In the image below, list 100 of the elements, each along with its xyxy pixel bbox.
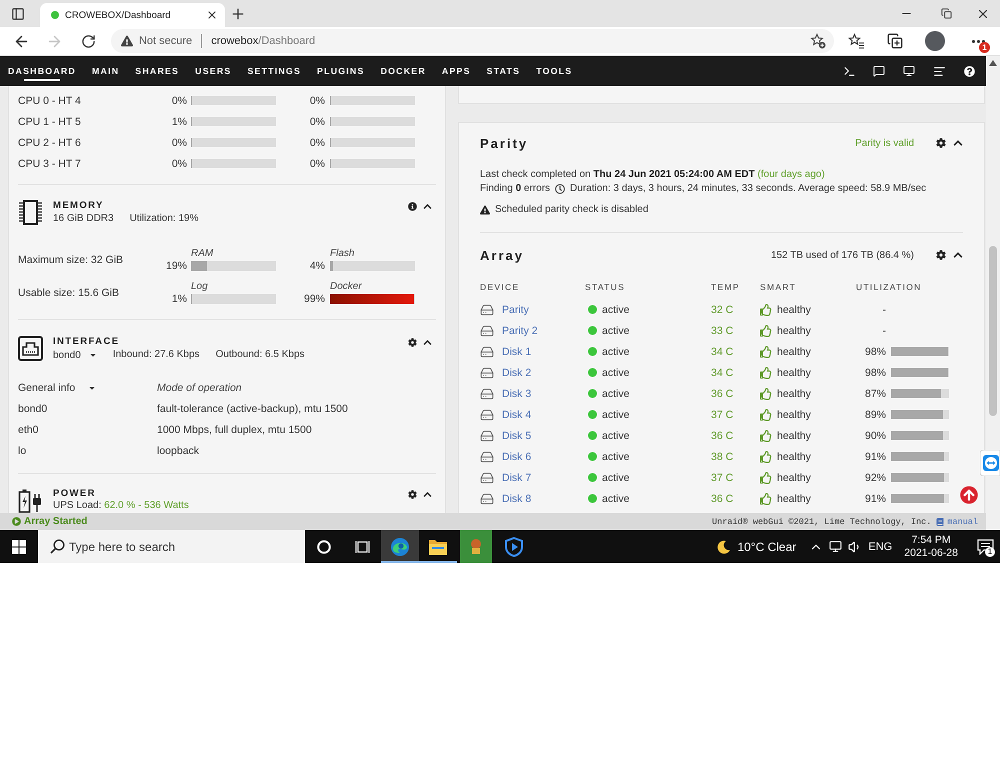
manual-link[interactable]: manual [947,516,978,526]
settings-icon[interactable] [408,490,417,499]
ups-load-text: UPS Load: 62.0 % - 536 Watts [53,500,189,512]
clock-button[interactable]: 7:54 PM 2021-06-28 [904,534,958,560]
thumbs-up-icon [760,388,772,400]
notification-badge: 1 [979,42,990,53]
search-field[interactable]: Type here to search [38,530,305,563]
notifications-button[interactable]: 1 [970,530,1000,563]
hard-drive-icon [480,366,494,380]
device-link[interactable]: Disk 6 [502,450,532,462]
scrollbar[interactable] [986,56,1000,530]
collapse-chevron-icon[interactable] [423,490,432,499]
device-link[interactable]: Disk 2 [502,366,532,378]
panel-title: Parity [480,136,528,150]
cpu-label: CPU 2 - HT 6 [18,136,82,148]
settings-icon[interactable] [408,338,417,347]
settings-icon[interactable] [936,138,946,148]
security-label[interactable]: Not secure [138,35,192,47]
browser-tab[interactable]: CROWEBOX/Dashboard [40,3,225,27]
column-header: Mode of operation [157,382,243,394]
taskbar-app-button[interactable] [457,530,495,563]
weather-button[interactable]: 10°C Clear [717,540,796,554]
settings-icon[interactable] [936,250,946,260]
nav-tab[interactable]: SETTINGS [247,56,302,86]
thumbs-up-icon [760,366,772,378]
status-text: active [602,492,630,504]
device-link[interactable]: Disk 7 [502,472,532,484]
utilization-text: 89% [864,408,886,420]
nav-tab[interactable]: SHARES [135,56,180,86]
scrollbar-thumb[interactable] [989,246,997,416]
collapse-chevron-icon[interactable] [423,202,432,211]
finding-text: Finding 0 errors [480,182,550,196]
taskbar-app-button[interactable] [381,530,419,563]
meter-reading: 4% [308,260,326,272]
status-text: active [602,366,630,378]
nav-tab[interactable]: TOOLS [536,56,572,86]
ethernet-port-icon [18,336,43,361]
column-header: SMART [760,282,798,292]
interface-mode: 1000 Mbps, full duplex, mtu 1500 [157,424,313,436]
parity-status-text: Parity is valid [855,138,914,148]
device-link[interactable]: Disk 8 [502,492,532,504]
device-link[interactable]: Disk 1 [502,346,532,358]
terminal-icon [842,64,856,78]
nav-tab[interactable]: DOCKER [380,56,426,86]
section-title: MEMORY [53,199,105,212]
smart-text: healthy [777,366,811,378]
meter-reading: 99% [302,292,326,304]
column-header: STATUS [585,282,626,292]
language-button[interactable]: ENG [864,530,896,563]
task-view-icon [354,540,370,554]
collapse-chevron-icon[interactable] [953,138,963,148]
nav-tab[interactable]: MAIN [92,56,120,86]
thumbs-up-icon [760,430,772,442]
more-button[interactable]: 1 [957,28,1000,54]
utilization-text: - [882,304,886,316]
device-link[interactable]: Disk 3 [502,388,532,400]
meter-name: Log [191,280,209,292]
nav-tab[interactable]: PLUGINS [317,56,365,86]
address-field[interactable]: Not secure crowebox/Dashboard [110,29,834,53]
cpu-load-text: 0% [308,158,326,170]
thumbs-up-icon [760,324,772,336]
device-link[interactable]: Parity [502,304,529,316]
avatar-icon [924,31,944,51]
status-dot-icon [588,305,597,314]
status-dot-icon [588,473,597,482]
nav-tab[interactable]: APPS [442,56,471,86]
double-arrow-icon[interactable] [980,450,1000,476]
column-header: DEVICE [480,282,520,292]
caret-icon [88,351,97,359]
utilization-text: 92% [864,472,886,484]
utilization-text: 91% [864,492,886,504]
status-text: active [602,472,630,484]
hard-drive-icon [480,408,494,422]
port-select[interactable]: bond0 [53,350,97,360]
collapse-chevron-icon[interactable] [423,338,432,347]
device-link[interactable]: Disk 5 [502,430,532,442]
cpu-load-text: 0% [308,136,326,148]
cpu-load-text: 0% [308,116,326,128]
array-status-text: Array Started [24,516,88,527]
add-favorite-button[interactable] [808,31,828,51]
app-tile-icon [460,530,492,563]
scroll-up-arrow-icon[interactable] [989,60,997,66]
smart-text: healthy [777,304,811,316]
status-text: active [602,408,630,420]
view-select[interactable]: General info [18,382,96,394]
hard-drive-icon [480,324,494,338]
device-link[interactable]: Parity 2 [502,324,538,336]
memory-size-label: Usable size: 15.6 GiB [18,286,120,298]
status-dot-icon [588,326,597,335]
temperature-text: 33 C [711,324,734,336]
star-list-icon [848,33,865,49]
address-url: crowebox/Dashboard [211,35,316,47]
nav-tab[interactable]: USERS [195,56,232,86]
arrow-up-circle-icon[interactable] [960,486,978,504]
device-link[interactable]: Disk 4 [502,408,532,420]
nav-tab[interactable]: STATS [486,56,520,86]
info-icon[interactable] [408,202,417,211]
section-title: POWER [53,487,97,500]
collapse-chevron-icon[interactable] [953,250,963,260]
crescent-moon-icon [717,540,732,554]
